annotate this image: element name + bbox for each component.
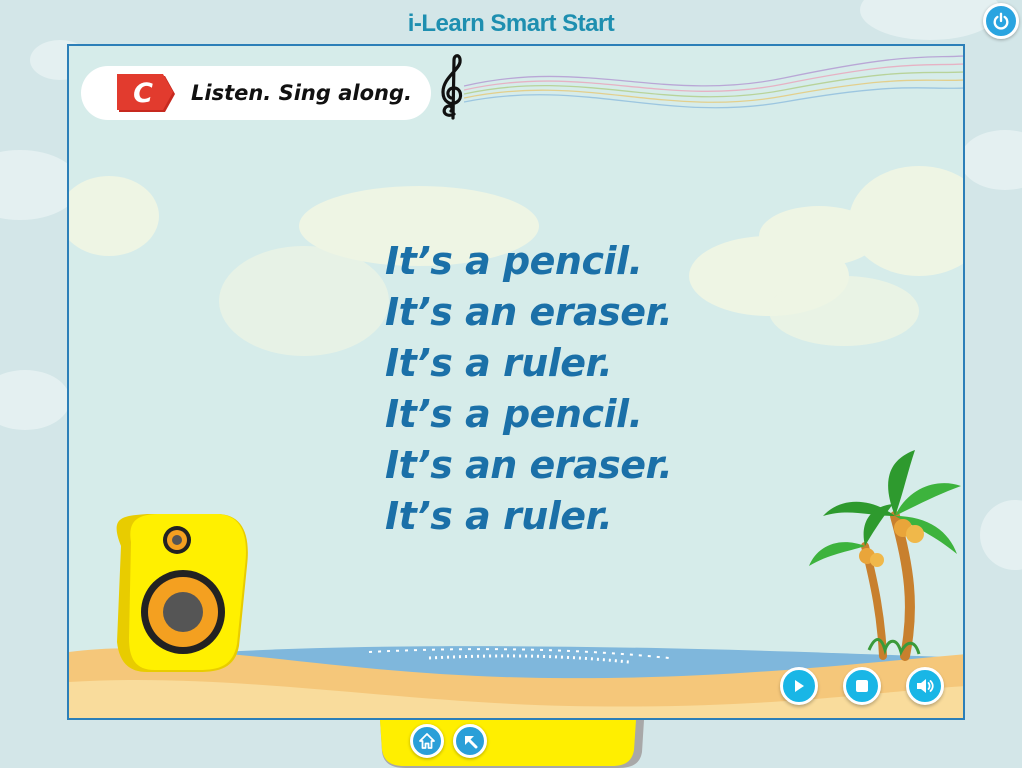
home-button[interactable] <box>410 724 444 758</box>
activity-stage: C Listen. Sing along. It’s a pencil. It’… <box>67 44 965 720</box>
palm-tree-illustration <box>809 450 961 661</box>
background-cloud <box>960 130 1022 190</box>
volume-button[interactable] <box>906 667 944 705</box>
speaker-illustration <box>116 514 248 672</box>
back-button[interactable] <box>453 724 487 758</box>
power-icon <box>993 12 1009 30</box>
stop-button[interactable] <box>843 667 881 705</box>
back-arrow-icon <box>465 736 478 749</box>
background-cloud <box>980 500 1022 570</box>
volume-icon <box>917 679 934 693</box>
beach-scene <box>69 450 963 718</box>
background-cloud <box>0 370 70 430</box>
home-icon <box>419 733 435 749</box>
app-title: i-Learn Smart Start <box>407 10 615 37</box>
stop-icon <box>856 680 868 692</box>
play-icon <box>795 680 804 692</box>
power-button[interactable] <box>983 3 1019 39</box>
play-button[interactable] <box>780 667 818 705</box>
